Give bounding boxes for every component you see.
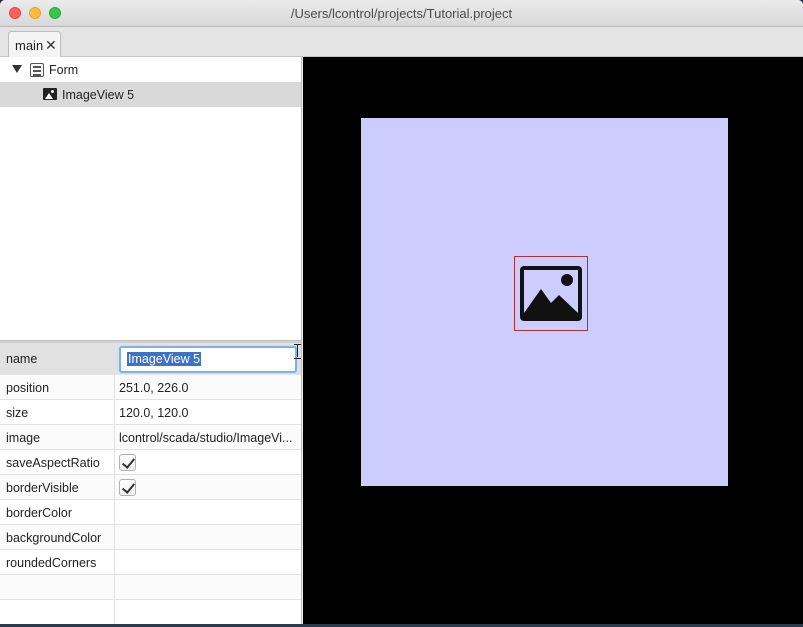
property-value[interactable]: 120.0, 120.0 [119,406,297,420]
border-visible-checkbox[interactable] [119,479,136,496]
app-window: /Users/lcontrol/projects/Tutorial.projec… [0,0,803,624]
name-input-value: ImageView 5 [127,352,202,366]
property-row-empty [0,575,301,600]
save-aspect-ratio-checkbox[interactable] [119,454,136,471]
expand-caret-icon[interactable] [12,65,22,73]
property-row-image[interactable]: image lcontrol/scada/studio/ImageVi... [0,425,301,450]
column-divider [114,525,115,549]
property-row-name: name ImageView 5 [0,343,301,375]
column-divider [114,500,115,524]
property-row-backgroundcolor[interactable]: backgroundColor [0,525,301,550]
image-icon [43,88,57,100]
name-input[interactable]: ImageView 5 [119,344,301,373]
tree-item-label: ImageView 5 [62,88,135,102]
window-title: /Users/lcontrol/projects/Tutorial.projec… [290,6,513,21]
property-key: image [6,431,41,445]
property-key: borderColor [6,506,73,520]
tree-item-label: Form [49,63,79,77]
column-divider [114,425,115,449]
design-canvas[interactable] [303,57,803,624]
column-divider [114,400,115,424]
property-row-roundedcorners[interactable]: roundedCorners [0,550,301,575]
property-key: name [6,352,38,366]
property-key: roundedCorners [6,556,97,570]
column-divider [114,600,115,624]
property-row-empty [0,600,301,624]
property-row-position[interactable]: position 251.0, 226.0 [0,375,301,400]
property-table: name ImageView 5 position 251.0, 226.0 s… [0,343,301,624]
image-view-element[interactable] [514,256,588,331]
column-divider [114,575,115,599]
tree-item-form[interactable]: Form [0,57,301,82]
column-divider [114,375,115,399]
tree-item-imageview[interactable]: ImageView 5 [0,82,301,107]
component-tree: Form ImageView 5 [0,57,301,340]
property-key: backgroundColor [6,531,102,545]
tab-bar: main ✕ [0,27,803,58]
property-row-bordercolor[interactable]: borderColor [0,500,301,525]
property-row-bordervisible[interactable]: borderVisible [0,475,301,500]
left-panel: Form ImageView 5 name ImageView 5 positi… [0,57,302,624]
column-divider [114,475,115,499]
form-area[interactable] [361,118,728,486]
property-row-saveaspectratio[interactable]: saveAspectRatio [0,450,301,475]
tab-close-icon[interactable]: ✕ [45,37,57,54]
image-placeholder-icon [520,266,582,321]
property-value[interactable]: 251.0, 226.0 [119,381,297,395]
property-row-size[interactable]: size 120.0, 120.0 [0,400,301,425]
property-key: position [6,381,50,395]
text-cursor-icon [294,344,302,359]
property-key: saveAspectRatio [6,456,100,470]
tab-main[interactable]: main ✕ [8,31,61,58]
property-key: size [6,406,29,420]
form-icon [30,63,44,77]
property-value[interactable]: lcontrol/scada/studio/ImageVi... [119,431,297,445]
property-key: borderVisible [6,481,79,495]
tab-label: main [15,38,44,53]
title-bar: /Users/lcontrol/projects/Tutorial.projec… [0,0,803,27]
column-divider [114,450,115,474]
column-divider [114,550,115,574]
